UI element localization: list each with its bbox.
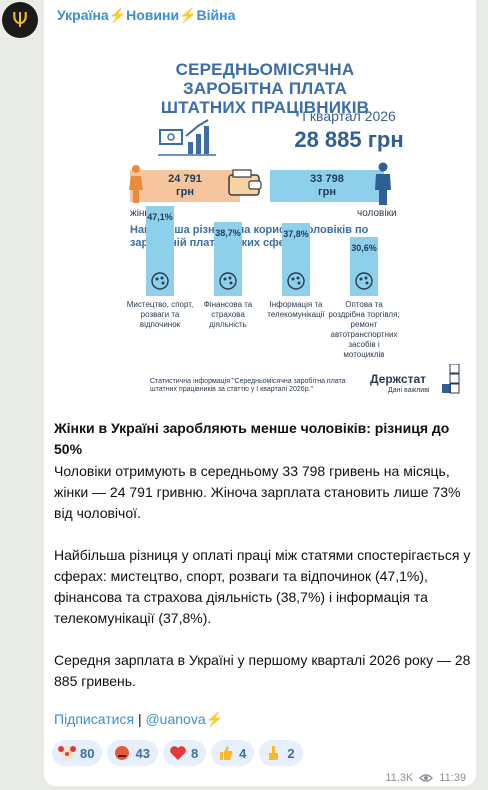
reaction-count: 80	[80, 745, 95, 761]
message-meta: 11.3K 11:39	[385, 772, 466, 784]
source-note: Статистична інформація "Середньомісячна …	[150, 378, 346, 393]
lightning-icon: ⚡	[108, 7, 127, 23]
coins-icon	[219, 272, 237, 290]
men-salary-unit: грн	[318, 186, 336, 198]
reaction-count: 4	[239, 745, 247, 761]
sector-label: Інформація та телекомунікації	[267, 300, 325, 319]
reaction-count: 2	[287, 745, 295, 761]
quarter-label: І квартал 2026	[302, 108, 396, 124]
woman-figure-icon	[129, 165, 143, 203]
sector-percent: 30,6%	[351, 243, 377, 253]
derzhstat-logo-icon	[442, 364, 460, 394]
derzhstat-slogan: Дані важливі	[388, 387, 430, 394]
message-time: 11:39	[439, 772, 466, 784]
footer-links: Підписатися | @uanova⚡	[54, 711, 223, 728]
wallet-icon	[228, 169, 262, 196]
man-figure-icon	[375, 162, 391, 205]
women-salary-value: 24 791	[168, 173, 202, 185]
reaction-angry-face[interactable]: 43	[107, 740, 158, 766]
women-salary-unit: грн	[176, 186, 194, 198]
sector-label: Фінансова та страхова діяльність	[203, 300, 253, 329]
computer-icon	[287, 272, 305, 290]
channel-handle-link[interactable]: @uanova	[145, 711, 205, 727]
palette-icon	[151, 272, 169, 290]
derzhstat-logo-text: Держстат	[370, 372, 426, 386]
message-paragraph-1: Чоловіки отримують в середньому 33 798 г…	[54, 463, 461, 521]
men-label: чоловіки	[357, 208, 397, 219]
men-salary-value: 33 798	[310, 173, 344, 185]
channel-title-part-3: Війна	[196, 7, 236, 23]
clown-face-icon	[58, 746, 76, 760]
men-salary-bar: 33 798 грн	[270, 170, 384, 202]
reaction-middle-finger[interactable]: 2	[259, 740, 303, 766]
sector-percent: 37,8%	[283, 229, 309, 239]
trident-icon: Ψ	[12, 8, 28, 32]
reactions-bar: 80 43 8 4 2	[52, 740, 303, 766]
channel-title-part-2: Новини	[126, 7, 180, 23]
infographic-image[interactable]: СЕРЕДНЬОМІСЯЧНА ЗАРОБІТНА ПЛАТА ШТАТНИХ …	[54, 42, 476, 410]
middle-finger-icon	[269, 746, 279, 760]
thumbs-up-icon	[220, 746, 233, 760]
link-separator: |	[137, 711, 142, 727]
reaction-count: 43	[135, 745, 150, 761]
sector-percent: 38,7%	[215, 228, 241, 238]
message-paragraph-2: Найбільша різниця у оплаті праці між ста…	[54, 547, 471, 626]
channel-title[interactable]: Україна⚡Новини⚡Війна	[57, 7, 235, 24]
reaction-thumbs-up[interactable]: 4	[211, 740, 255, 766]
reaction-count: 8	[190, 745, 199, 761]
sector-label: Оптова та роздрібна торгівля; ремонт авт…	[328, 300, 400, 359]
sector-percent: 47,1%	[147, 212, 173, 222]
women-salary-bar: 24 791 грн	[130, 170, 240, 202]
salary-growth-icon	[158, 119, 216, 156]
message-headline: Жінки в Україні заробляють менше чоловік…	[54, 420, 450, 457]
subscribe-link[interactable]: Підписатися	[54, 711, 134, 727]
message-paragraph-3: Середня зарплата в Україні у першому ква…	[54, 652, 471, 689]
channel-title-part-1: Україна	[57, 7, 109, 23]
lightning-icon: ⚡	[179, 7, 197, 23]
eye-icon	[419, 774, 434, 782]
sector-label: Мистецтво, спорт, розваги та відпочинок	[126, 300, 194, 329]
total-salary: 28 885 грн	[294, 127, 404, 152]
reaction-clown-face[interactable]: 80	[52, 740, 103, 766]
red-heart-icon	[170, 746, 186, 760]
reaction-red-heart[interactable]: 8	[162, 740, 207, 766]
message-bubble: Україна⚡Новини⚡Війна СЕРЕДНЬОМІСЯЧНА ЗАР…	[44, 0, 476, 786]
angry-face-icon	[115, 746, 130, 760]
lightning-icon: ⚡	[205, 711, 224, 727]
channel-avatar[interactable]: Ψ	[2, 2, 38, 38]
cart-icon	[355, 272, 373, 290]
view-count: 11.3K	[385, 772, 414, 784]
